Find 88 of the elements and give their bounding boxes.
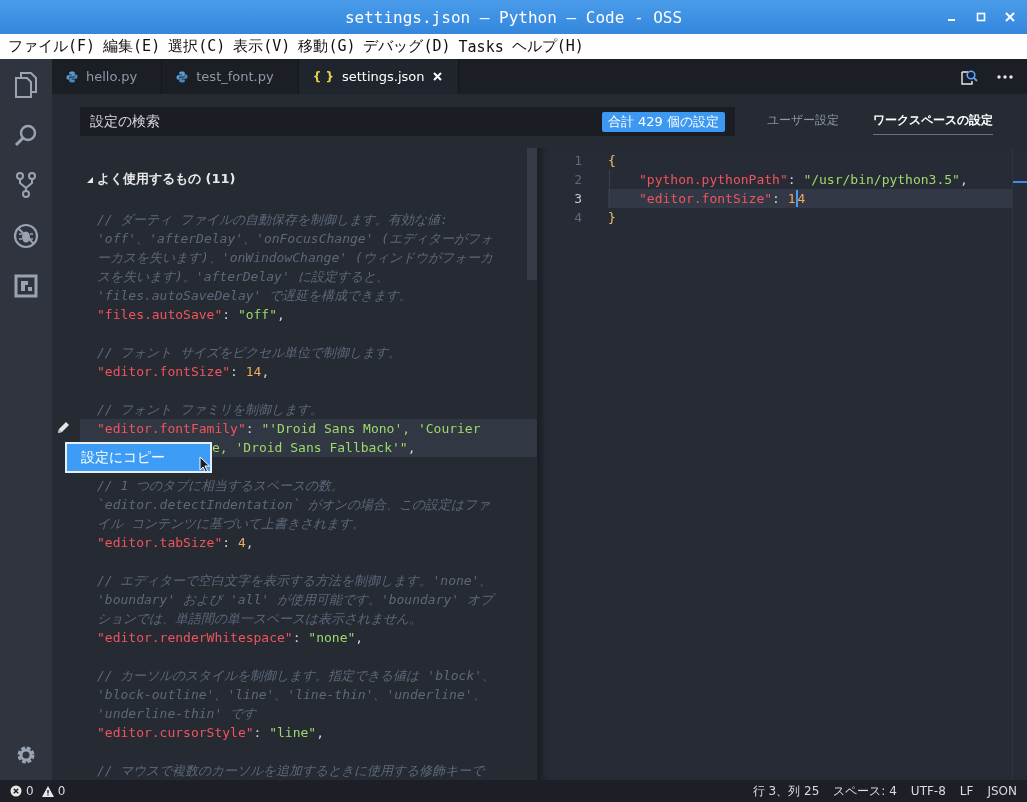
punctuation: ,	[355, 630, 364, 645]
scope-tab[interactable]: ワークスペースの設定	[873, 107, 993, 135]
status-item[interactable]: UTF-8	[910, 784, 946, 798]
punctuation: ,	[407, 440, 416, 455]
menu-item[interactable]: 選択(C)	[168, 37, 226, 56]
python-icon	[66, 70, 78, 83]
status-item[interactable]: LF	[959, 784, 974, 798]
brace: {	[608, 153, 616, 168]
edit-icon[interactable]	[56, 421, 70, 435]
punctuation: :	[292, 630, 302, 645]
code-comment: // フォント サイズをピクセル単位で制御します。	[97, 343, 402, 362]
setting-key: "editor.fontSize"	[97, 364, 231, 379]
menu-item[interactable]: 編集(E)	[103, 37, 161, 56]
maximize-icon[interactable]	[976, 12, 986, 22]
mouse-pointer-icon	[199, 456, 211, 473]
scrollbar-thumb[interactable]	[527, 148, 537, 280]
number-value: 14	[245, 364, 262, 379]
warning-count[interactable]: 0	[57, 784, 66, 798]
branch-icon[interactable]	[16, 172, 36, 198]
search-icon[interactable]	[14, 123, 38, 147]
punctuation: :	[245, 421, 255, 436]
json-icon: { }	[312, 69, 334, 84]
setting-key: "python.pythonPath"	[639, 172, 788, 187]
group-heading[interactable]: よく使用するもの (11)	[97, 169, 236, 188]
setting-key: "editor.tabSize"	[97, 535, 223, 550]
error-count[interactable]: 0	[26, 784, 34, 798]
status-item[interactable]: JSON	[987, 784, 1017, 798]
brace: }	[608, 210, 616, 225]
punctuation: ,	[959, 172, 968, 187]
string-value: "off"	[237, 307, 278, 322]
python-icon	[176, 70, 189, 83]
setting-key: "editor.cursorStyle"	[97, 725, 254, 740]
punctuation: ,	[245, 535, 254, 550]
status-item[interactable]: スペース: 4	[833, 782, 897, 800]
bug-icon[interactable]	[13, 223, 39, 249]
preview-icon[interactable]	[961, 68, 979, 85]
files-icon[interactable]	[15, 72, 37, 98]
text-cursor	[795, 190, 798, 207]
menu-item[interactable]: Tasks	[458, 37, 504, 56]
window-title: settings.json — Python — Code - OSS	[344, 7, 683, 27]
warning-icon[interactable]	[41, 785, 54, 797]
status-item[interactable]: 行 3、列 25	[752, 782, 820, 800]
line-number: 4	[573, 210, 582, 225]
punctuation: :	[253, 725, 263, 740]
setting-key: "editor.fontSize"	[639, 191, 773, 206]
cursor-marker	[1013, 181, 1027, 183]
number-value: 4	[237, 535, 246, 550]
punctuation: :	[222, 535, 232, 550]
scope-tab[interactable]: ユーザー設定	[767, 107, 839, 135]
code-comment: `editor.detectIndentation` がオンの場合、この設定はファ	[97, 495, 491, 514]
punctuation: :	[772, 191, 781, 206]
string-value: "'Droid Sans Mono', 'Courier	[261, 421, 481, 436]
line-number: 2	[573, 172, 582, 187]
punctuation: ,	[261, 364, 270, 379]
number-value: 4	[797, 191, 806, 206]
punctuation: ,	[316, 725, 324, 740]
punctuation: ,	[277, 307, 285, 322]
string-value: "line"	[269, 725, 317, 740]
code-comment: 'underline-thin' です	[97, 704, 257, 723]
line-number: 1	[573, 153, 582, 168]
code-comment: スを失います)。'afterDelay' に設定すると、	[97, 267, 389, 286]
menu-item[interactable]: デバッグ(D)	[363, 37, 451, 56]
string-value: "none"	[308, 630, 356, 645]
punctuation: :	[230, 364, 239, 379]
code-comment: イル コンテンツに基づいて上書きされます。	[97, 514, 365, 533]
number-value: 1	[787, 191, 796, 206]
more-icon[interactable]	[997, 74, 1013, 79]
error-icon[interactable]	[10, 785, 22, 797]
setting-key: "files.autoSave"	[97, 307, 223, 322]
menu-item[interactable]: ヘルプ(H)	[511, 37, 584, 56]
string-value: e, 'Droid Sans Fallback'"	[212, 440, 408, 455]
caret-icon[interactable]	[87, 177, 93, 183]
punctuation: :	[222, 307, 232, 322]
line-number: 3	[573, 191, 582, 206]
punctuation: :	[787, 172, 797, 187]
editor-tab[interactable]: { } settings.json	[298, 59, 459, 94]
menu-item[interactable]: 移動(G)	[298, 37, 356, 56]
menu-item[interactable]: ファイル(F)	[8, 37, 96, 56]
string-value: "/usr/bin/python3.5"	[803, 172, 960, 187]
extensions-icon[interactable]	[14, 274, 38, 298]
close-icon[interactable]	[432, 72, 442, 81]
setting-key: "editor.renderWhitespace"	[97, 630, 293, 645]
menu-item[interactable]: 表示(V)	[233, 37, 291, 56]
code-comment: 'block-outline'、'line'、'line-thin'、'underline'、	[97, 685, 486, 704]
setting-key: "editor.fontFamily"	[97, 421, 246, 436]
settings-icon[interactable]	[15, 744, 37, 766]
code-comment: 'files.autoSaveDelay' で遅延を構成できます。	[97, 286, 413, 305]
code-comment: // フォント ファミリを制御します。	[97, 400, 324, 419]
